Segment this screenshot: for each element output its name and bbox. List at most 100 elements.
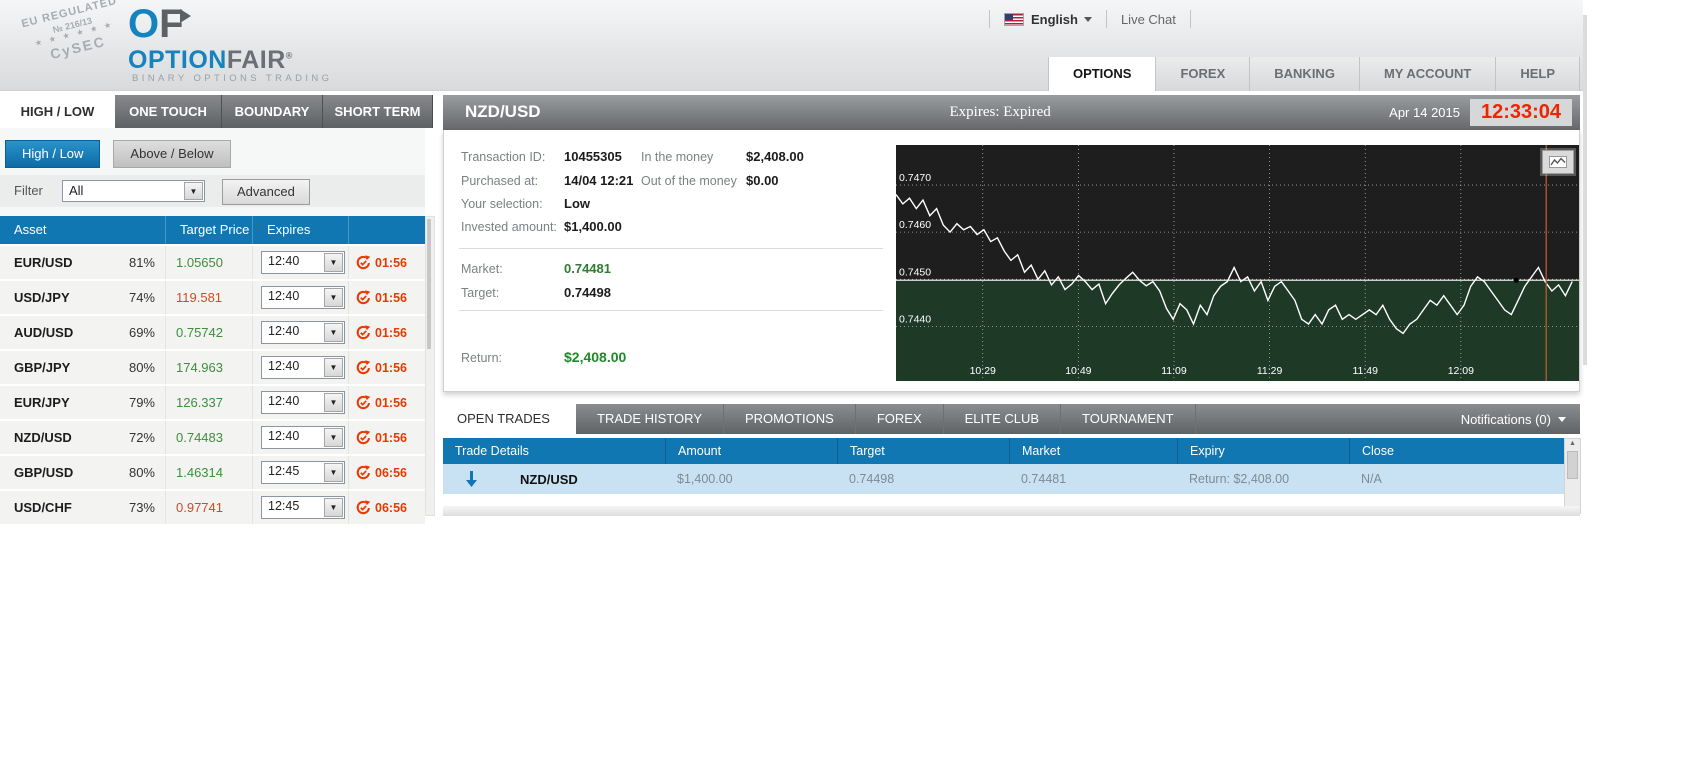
trade-title-bar: NZD/USD Expires: Expired Apr 14 2015 12:… (443, 95, 1580, 130)
nav-tab-help[interactable]: HELP (1495, 57, 1580, 91)
filter-select[interactable]: All ▼ (62, 180, 205, 202)
scrollbar-thumb[interactable] (427, 219, 431, 349)
y-tick-label: 0.7450 (899, 266, 931, 278)
expiry-select[interactable]: 12:40▼ (261, 321, 345, 344)
optionfair-logo: EU REGULATED № 216/13 ★ ★ ★ ★ ★ ★ CySEC … (8, 2, 338, 88)
mode-button-above-below[interactable]: Above / Below (113, 140, 230, 168)
transaction-id-label: Transaction ID: (461, 150, 545, 164)
expiry-clock-icon (356, 430, 371, 445)
y-tick-label: 0.7470 (899, 172, 931, 184)
option-tab-short-term[interactable]: SHORT TERM (323, 95, 433, 128)
current-date: Apr 14 2015 (1389, 105, 1460, 120)
countdown-cell: 06:56 (348, 491, 425, 524)
us-flag-icon (1004, 13, 1024, 26)
bottom-tab-elite-club[interactable]: ELITE CLUB (944, 404, 1061, 434)
expiry-select[interactable]: 12:45▼ (261, 461, 345, 484)
brand-name: OPTIONFAIR® (128, 46, 293, 75)
asset-pair: GBP/JPY (0, 360, 70, 375)
asset-payout: 80% (129, 360, 165, 375)
open-trade-row-nzd-usd[interactable]: NZD/USD$1,400.000.744980.74481Return: $2… (443, 464, 1564, 494)
advanced-button[interactable]: Advanced (222, 179, 310, 205)
expiry-cell: 12:45▼ (252, 491, 348, 524)
selection-value: Low (564, 196, 590, 211)
asset-row-usd-chf[interactable]: USD/CHF73%0.9774112:45▼06:56 (0, 489, 425, 524)
countdown-time: 06:56 (375, 501, 407, 515)
expiry-select[interactable]: 12:40▼ (261, 356, 345, 379)
divider (459, 310, 883, 311)
chevron-down-icon[interactable]: ▼ (324, 393, 343, 412)
separator (989, 10, 990, 28)
trades-col-header-expiry: Expiry (1177, 438, 1349, 464)
asset-row-eur-usd[interactable]: EUR/USD81%1.0565012:40▼01:56 (0, 244, 425, 279)
bottom-tab-forex[interactable]: FOREX (856, 404, 944, 434)
asset-pair: GBP/USD (0, 465, 73, 480)
expiry-select[interactable]: 12:40▼ (261, 391, 345, 414)
expiry-select[interactable]: 12:40▼ (261, 286, 345, 309)
asset-cell: USD/CHF73% (0, 491, 165, 524)
expiry-cell: 12:40▼ (252, 281, 348, 314)
asset-pair: EUR/USD (0, 255, 73, 270)
out-money-label: Out of the money (641, 174, 737, 188)
live-chat-link[interactable]: Live Chat (1121, 12, 1176, 27)
option-tab-boundary[interactable]: BOUNDARY (222, 95, 323, 128)
countdown-time: 06:56 (375, 466, 407, 480)
asset-payout: 81% (129, 255, 165, 270)
expires-status: Expires: Expired (950, 104, 1051, 121)
asset-list-scrollbar[interactable] (425, 216, 435, 516)
option-tab-one-touch[interactable]: ONE TOUCH (115, 95, 222, 128)
filter-label: Filter (14, 183, 43, 198)
expiry-select[interactable]: 12:45▼ (261, 496, 345, 519)
in-money-label: In the money (641, 150, 713, 164)
scroll-up-icon[interactable]: ▲ (1565, 440, 1580, 447)
asset-row-gbp-usd[interactable]: GBP/USD80%1.4631412:45▼06:56 (0, 454, 425, 489)
chevron-down-icon[interactable]: ▼ (324, 288, 343, 307)
asset-row-aud-usd[interactable]: AUD/USD69%0.7574212:40▼01:56 (0, 314, 425, 349)
expiry-cell: 12:40▼ (252, 421, 348, 454)
bottom-tab-promotions[interactable]: PROMOTIONS (724, 404, 856, 434)
invested-value: $1,400.00 (564, 219, 622, 234)
chevron-down-icon[interactable]: ▼ (324, 253, 343, 272)
chevron-down-icon[interactable]: ▼ (324, 463, 343, 482)
x-tick-label: 10:49 (1065, 365, 1091, 377)
asset-row-gbp-jpy[interactable]: GBP/JPY80%174.96312:40▼01:56 (0, 349, 425, 384)
cysec-regulation-stamp: EU REGULATED № 216/13 ★ ★ ★ ★ ★ ★ CySEC (6, 0, 143, 72)
asset-row-eur-jpy[interactable]: EUR/JPY79%126.33712:40▼01:56 (0, 384, 425, 419)
bottom-tab-tournament[interactable]: TOURNAMENT (1061, 404, 1195, 434)
asset-row-usd-jpy[interactable]: USD/JPY74%119.58112:40▼01:56 (0, 279, 425, 314)
server-clock: 12:33:04 (1470, 99, 1572, 126)
chevron-down-icon[interactable]: ▼ (324, 428, 343, 447)
bottom-tab-trade-history[interactable]: TRADE HISTORY (576, 404, 724, 434)
brand-tagline: BINARY OPTIONS TRADING (132, 73, 332, 84)
trades-scrollbar[interactable]: ▲ (1564, 438, 1581, 514)
chevron-down-icon[interactable]: ▼ (324, 358, 343, 377)
chevron-down-icon[interactable]: ▼ (184, 182, 203, 200)
target-price: 174.963 (166, 360, 223, 375)
page-scrollbar[interactable] (1583, 15, 1587, 365)
scrollbar-thumb[interactable] (1567, 451, 1578, 479)
notifications-label: Notifications (0) (1461, 412, 1551, 427)
chart-type-button[interactable] (1542, 150, 1574, 174)
notifications-dropdown[interactable]: Notifications (0) (1461, 404, 1580, 434)
asset-cell: USD/JPY74% (0, 281, 165, 314)
language-selector[interactable]: English (1031, 12, 1078, 27)
mode-button-high-low[interactable]: High / Low (5, 140, 100, 168)
nav-tab-my-account[interactable]: MY ACCOUNT (1359, 57, 1495, 91)
chevron-down-icon[interactable]: ▼ (324, 498, 343, 517)
trade-symbol: NZD/USD (465, 102, 541, 122)
nav-tab-forex[interactable]: FOREX (1155, 57, 1249, 91)
option-tab-high-low[interactable]: HIGH / LOW (0, 95, 115, 128)
asset-pair: AUD/USD (0, 325, 73, 340)
asset-payout: 72% (129, 430, 165, 445)
bottom-tab-open-trades[interactable]: OPEN TRADES (443, 404, 576, 434)
in-money-value: $2,408.00 (746, 149, 804, 164)
nav-tab-banking[interactable]: BANKING (1249, 57, 1359, 91)
asset-col-header-asset: Asset (0, 216, 165, 244)
expiry-select[interactable]: 12:40▼ (261, 426, 345, 449)
expiry-select[interactable]: 12:40▼ (261, 251, 345, 274)
chevron-down-icon[interactable] (1084, 17, 1092, 22)
target-price-cell: 1.46314 (165, 456, 252, 489)
asset-row-nzd-usd[interactable]: NZD/USD72%0.7448312:40▼01:56 (0, 419, 425, 454)
chevron-down-icon[interactable]: ▼ (324, 323, 343, 342)
nav-tab-options[interactable]: OPTIONS (1048, 57, 1156, 91)
x-tick-label: 10:29 (970, 365, 996, 377)
